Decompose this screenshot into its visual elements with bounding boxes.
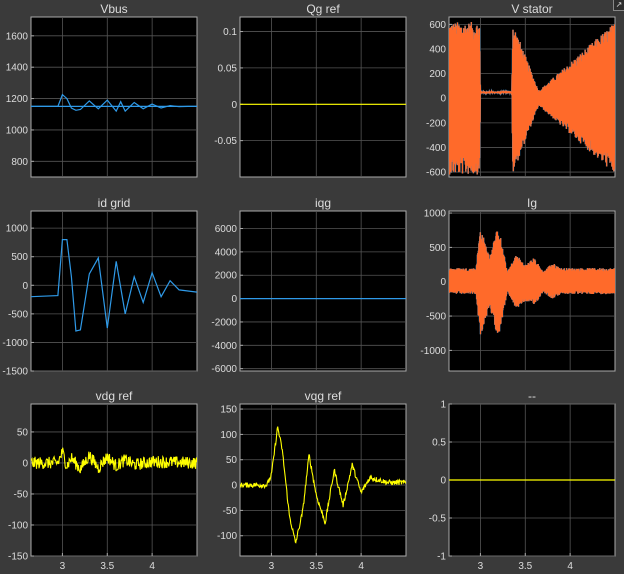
subplot-vbus: Vbus 800 1000 1200 1400 1600 — [6, 2, 198, 178]
y-tick-label: 1000 — [424, 209, 447, 220]
subplot-vqg_ref: vqg ref -100 -50 0 50 100 150 3 3.5 4 — [217, 389, 407, 572]
x-tick-label: 3.5 — [100, 561, 114, 572]
y-tick-label: 0 — [22, 281, 28, 292]
y-tick-label: -0.05 — [214, 136, 237, 147]
y-tick-label: -6000 — [211, 364, 237, 375]
x-tick-label: 3 — [60, 561, 66, 572]
subplot-qg_ref: Qg ref -0.05 0 0.05 0.1 — [214, 2, 407, 178]
y-tick-label: -500 — [8, 309, 28, 320]
y-tick-label: 0 — [440, 476, 446, 487]
chart-title: id grid — [98, 196, 131, 210]
undock-arrow-icon[interactable]: ↗ — [613, 0, 624, 11]
y-tick-label: 0 — [440, 277, 446, 288]
chart-title: vdg ref — [96, 389, 133, 403]
y-tick-label: -1 — [437, 552, 446, 563]
y-tick-label: 0 — [440, 94, 446, 105]
y-tick-label: 6000 — [215, 224, 238, 235]
chart-title: Qg ref — [306, 2, 340, 16]
y-tick-label: 600 — [429, 20, 446, 31]
y-tick-label: -100 — [8, 520, 28, 531]
y-tick-label: -100 — [217, 531, 237, 542]
y-tick-label: 0.5 — [432, 438, 446, 449]
y-tick-label: -1000 — [420, 346, 446, 357]
y-tick-label: 500 — [429, 243, 446, 254]
x-tick-label: 3 — [478, 561, 484, 572]
subplot-ig: Ig -1000 -500 0 500 1000 — [420, 196, 616, 372]
scope-figure: Vbus8001000120014001600Qg ref-0.0500.050… — [2, 2, 616, 572]
y-tick-label: 1 — [440, 400, 446, 411]
x-tick-label: 4 — [358, 561, 364, 572]
chart-title: -- — [528, 389, 536, 403]
x-tick-label: 3.5 — [518, 561, 532, 572]
x-tick-label: 4 — [149, 561, 155, 572]
y-tick-label: 0 — [231, 481, 237, 492]
y-tick-label: 50 — [17, 427, 29, 438]
y-tick-label: 400 — [429, 45, 446, 56]
subplot-iqg: iqg -6000 -4000 -2000 0 2000 4000 6000 — [211, 196, 407, 375]
x-tick-label: 4 — [567, 561, 573, 572]
chart-title: Vbus — [100, 2, 127, 16]
y-tick-label: 0.1 — [223, 27, 237, 38]
chart-title: Ig — [527, 196, 537, 210]
y-tick-label: -400 — [426, 143, 446, 154]
axes-background — [30, 210, 198, 372]
y-tick-label: 0 — [231, 100, 237, 111]
y-tick-label: 150 — [220, 405, 237, 416]
axes-background — [239, 16, 407, 178]
x-tick-label: 3 — [269, 561, 275, 572]
y-tick-label: 500 — [11, 252, 28, 263]
x-tick-label: 3.5 — [309, 561, 323, 572]
y-tick-label: -600 — [426, 168, 446, 179]
y-tick-label: 200 — [429, 69, 446, 80]
y-tick-label: -1000 — [2, 338, 28, 349]
y-tick-label: 0 — [231, 294, 237, 305]
y-tick-label: 2000 — [215, 271, 238, 282]
y-tick-label: -2000 — [211, 317, 237, 328]
y-tick-label: -1500 — [2, 367, 28, 378]
chart-title: iqg — [315, 196, 331, 210]
axes-background — [239, 210, 407, 372]
subplot-id_grid: id grid -1500 -1000 -500 0 500 1000 — [2, 196, 198, 378]
y-tick-label: -50 — [223, 506, 238, 517]
y-tick-label: 1600 — [6, 31, 29, 42]
axes-background — [30, 403, 198, 557]
chart-title: vqg ref — [305, 389, 342, 403]
subplot-blank: -- -1 -0.5 0 0.5 1 3 3.5 4 — [429, 389, 616, 572]
y-tick-label: -4000 — [211, 341, 237, 352]
y-tick-label: 1200 — [6, 94, 29, 105]
subplot-v_stator: V stator -600 -400 -200 0 200 400 600 — [426, 2, 616, 179]
y-tick-label: 0 — [22, 458, 28, 469]
y-tick-label: -500 — [426, 312, 446, 323]
y-tick-label: -0.5 — [429, 514, 447, 525]
y-tick-label: 800 — [11, 157, 28, 168]
chart-title: V stator — [511, 2, 552, 16]
y-tick-label: -50 — [14, 489, 29, 500]
y-tick-label: 100 — [220, 430, 237, 441]
y-tick-label: -200 — [426, 118, 446, 129]
y-tick-label: 1400 — [6, 63, 29, 74]
y-tick-label: 1000 — [6, 125, 29, 136]
y-tick-label: 1000 — [6, 224, 29, 235]
y-tick-label: -150 — [8, 552, 28, 563]
axes-background — [30, 16, 198, 178]
subplot-vdg_ref: vdg ref -150 -100 -50 0 50 3 3.5 4 — [8, 389, 198, 572]
y-tick-label: 0.05 — [218, 63, 238, 74]
y-tick-label: 4000 — [215, 247, 238, 258]
y-tick-label: 50 — [226, 455, 238, 466]
